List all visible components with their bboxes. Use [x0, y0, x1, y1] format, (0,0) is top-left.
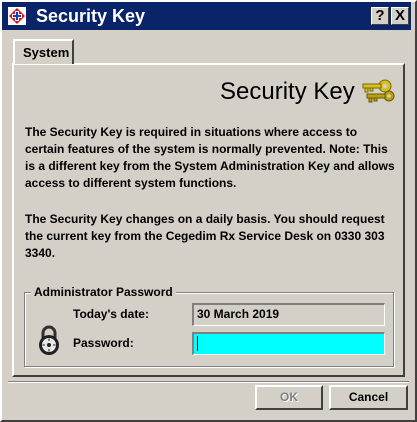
- text-caret: [197, 336, 198, 351]
- window-title: Security Key: [36, 6, 146, 26]
- help-button[interactable]: ?: [371, 7, 389, 25]
- header-title: Security Key: [220, 78, 355, 105]
- title-bar[interactable]: Security Key ? X: [2, 2, 411, 30]
- date-label: Today's date:: [73, 307, 149, 321]
- ok-button[interactable]: OK: [255, 385, 323, 410]
- tab-system[interactable]: System: [13, 39, 74, 64]
- cancel-button[interactable]: Cancel: [329, 385, 408, 410]
- admin-password-legend: Administrator Password: [31, 285, 176, 299]
- date-field: 30 March 2019: [192, 303, 385, 326]
- keys-icon: [362, 79, 395, 103]
- close-button[interactable]: X: [391, 7, 409, 25]
- info-paragraph-2: The Security Key changes on a daily basi…: [25, 212, 385, 260]
- info-paragraph-1: The Security Key is required in situatio…: [25, 125, 395, 190]
- tab-system-label: System: [23, 45, 70, 60]
- password-input[interactable]: [192, 332, 385, 355]
- password-label: Password:: [73, 336, 134, 350]
- cegedim-logo-icon: [8, 7, 26, 25]
- padlock-icon: [39, 325, 59, 355]
- button-separator: [8, 381, 409, 383]
